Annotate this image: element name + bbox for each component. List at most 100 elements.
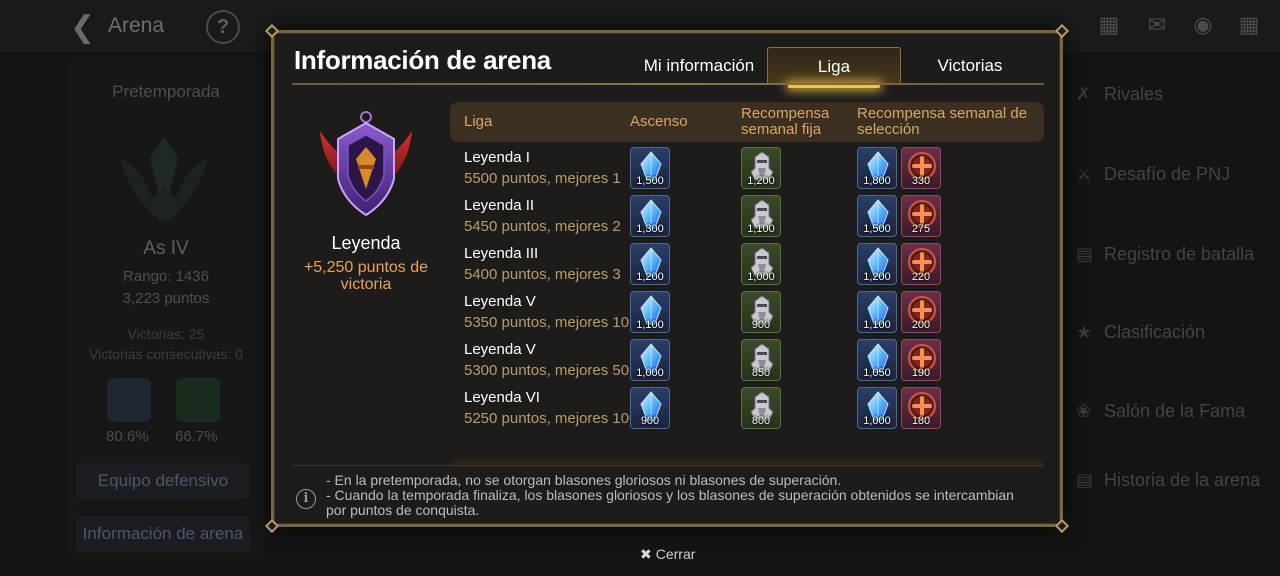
selection-reward-crystal[interactable]: 1,050 xyxy=(857,339,897,381)
defense-percent: 66.7% xyxy=(175,428,218,445)
promotion-reward[interactable]: 900 xyxy=(630,387,670,429)
header-title: Arena xyxy=(108,14,165,37)
fixed-weekly-reward[interactable]: 900 xyxy=(741,291,781,333)
trophy-icon: ★ xyxy=(1076,322,1093,342)
book-icon: ▤ xyxy=(1076,470,1094,490)
league-row: Leyenda V 5300 puntos, mejores 50 1,000 850… xyxy=(450,337,1050,385)
fixed-weekly-reward[interactable]: 1,200 xyxy=(741,147,781,189)
reward-count: 1,000 xyxy=(863,415,891,427)
defense-icon xyxy=(176,378,220,422)
menu-item-ranking[interactable]: ★ Clasificación xyxy=(1076,322,1276,343)
league-row-requirement: 5500 puntos, mejores 1 xyxy=(464,170,621,187)
promotion-reward[interactable]: 1,200 xyxy=(630,243,670,285)
selection-reward-token[interactable]: 275 xyxy=(901,195,941,237)
reward-count: 900 xyxy=(751,319,771,331)
reward-count: 1,200 xyxy=(747,175,775,187)
reward-count: 180 xyxy=(911,415,931,427)
streak-count: Victorias consecutivas: 0 xyxy=(89,346,243,362)
tab-victories[interactable]: Victorias xyxy=(903,47,1037,85)
reward-count: 190 xyxy=(911,367,931,379)
reward-count: 1,500 xyxy=(863,223,891,235)
question-icon[interactable]: ? xyxy=(206,10,240,44)
selection-reward-token[interactable]: 180 xyxy=(901,387,941,429)
league-row: Leyenda II 5450 puntos, mejores 2 1,300 1,1… xyxy=(450,193,1050,241)
reward-count: 1,100 xyxy=(863,319,891,331)
reward-count: 330 xyxy=(911,175,931,187)
reward-count: 220 xyxy=(911,271,931,283)
league-row-name: Leyenda VI xyxy=(464,389,540,406)
tab-league[interactable]: Liga xyxy=(767,47,901,88)
selection-reward-token[interactable]: 220 xyxy=(901,243,941,285)
selection-reward-crystal[interactable]: 1,500 xyxy=(857,195,897,237)
attack-percent: 80.6% xyxy=(106,428,149,445)
selection-reward-token[interactable]: 190 xyxy=(901,339,941,381)
league-row-requirement: 5400 puntos, mejores 3 xyxy=(464,266,621,283)
league-row-name: Leyenda II xyxy=(464,197,535,214)
selection-reward-crystal[interactable]: 1,200 xyxy=(857,243,897,285)
menu-grid-icon[interactable]: ▦ xyxy=(1234,12,1264,38)
reward-count: 800 xyxy=(751,415,771,427)
reward-count: 1,050 xyxy=(863,367,891,379)
league-row-requirement: 5250 puntos, mejores 100 xyxy=(464,410,638,427)
defense-team-button[interactable]: Equipo defensivo xyxy=(76,463,250,499)
reward-count: 275 xyxy=(911,223,931,235)
clipboard-icon: ▤ xyxy=(1076,244,1094,264)
arena-info-dialog: Información de arena Mi información Liga… xyxy=(264,23,1070,534)
tab-my-info[interactable]: Mi información xyxy=(632,47,766,85)
league-row-requirement: 5300 puntos, mejores 50 xyxy=(464,362,630,379)
dialog-title: Información de arena xyxy=(294,45,551,75)
league-row: Leyenda I 5500 puntos, mejores 1 1,500 1,20… xyxy=(450,145,1050,193)
league-row: Leyenda III 5400 puntos, mejores 3 1,200 1,… xyxy=(450,241,1050,289)
header-fixed-weekly: Recompensa semanal fija xyxy=(741,105,830,138)
league-row-name: Leyenda V xyxy=(464,293,536,310)
league-row-name: Leyenda I xyxy=(464,149,530,166)
promotion-reward[interactable]: 1,100 xyxy=(630,291,670,333)
season-label: Pretemporada xyxy=(112,82,220,101)
reward-count: 1,300 xyxy=(636,223,664,235)
guild-icon[interactable]: ▦ xyxy=(1094,12,1124,38)
chat-icon[interactable]: ◉ xyxy=(1188,12,1218,38)
rank-name: As IV xyxy=(143,238,189,259)
header-league: Liga xyxy=(464,113,493,130)
league-table-header: Liga Ascenso Recompensa semanal fija Rec… xyxy=(450,102,1044,142)
menu-item-battle-log[interactable]: ▤ Registro de batalla xyxy=(1076,244,1276,265)
header-divider xyxy=(292,83,1044,85)
legend-emblem-icon xyxy=(320,111,412,217)
selection-reward-token[interactable]: 200 xyxy=(901,291,941,333)
selection-reward-token[interactable]: 330 xyxy=(901,147,941,189)
rank-emblem-icon xyxy=(120,136,208,224)
selection-reward-crystal[interactable]: 1,100 xyxy=(857,291,897,333)
menu-item-hall-of-fame[interactable]: ❀ Salón de la Fama xyxy=(1076,401,1276,422)
fixed-weekly-reward[interactable]: 1,000 xyxy=(741,243,781,285)
notes: - En la pretemporada, no se otorgan blas… xyxy=(326,473,1038,518)
menu-item-npc[interactable]: ⚔ Desafío de PNJ xyxy=(1076,164,1276,185)
close-button[interactable]: ✖ Cerrar xyxy=(640,546,695,563)
points-value: 3,223 puntos xyxy=(122,290,210,307)
npc-challenge-icon: ⚔ xyxy=(1076,164,1093,184)
back-arrow-icon[interactable]: ❮ xyxy=(70,10,95,45)
attack-icon xyxy=(107,378,151,422)
fixed-weekly-reward[interactable]: 850 xyxy=(741,339,781,381)
reward-count: 1,100 xyxy=(747,223,775,235)
selection-reward-crystal[interactable]: 1,000 xyxy=(857,387,897,429)
mail-icon[interactable]: ✉ xyxy=(1142,12,1172,38)
fixed-weekly-reward[interactable]: 1,100 xyxy=(741,195,781,237)
league-row: Leyenda VI 5250 puntos, mejores 100 900 800… xyxy=(450,385,1050,433)
promotion-reward[interactable]: 1,300 xyxy=(630,195,670,237)
league-row-name: Leyenda V xyxy=(464,341,536,358)
header-selection-weekly: Recompensa semanal de selección xyxy=(857,105,1028,138)
note-line: - Cuando la temporada finaliza, los blas… xyxy=(326,487,1014,518)
menu-item-rivals[interactable]: ✗ Rivales xyxy=(1076,84,1276,105)
league-row-name: Leyenda III xyxy=(464,245,539,262)
promotion-reward[interactable]: 1,500 xyxy=(630,147,670,189)
footer-divider xyxy=(292,465,1044,466)
menu-item-arena-history[interactable]: ▤ Historia de la arena xyxy=(1076,470,1276,490)
arena-info-button[interactable]: Información de arena xyxy=(76,516,250,552)
info-icon: i xyxy=(296,489,316,509)
promotion-reward[interactable]: 1,000 xyxy=(630,339,670,381)
note-line: - En la pretemporada, no se otorgan blas… xyxy=(326,472,842,488)
selection-reward-crystal[interactable]: 1,800 xyxy=(857,147,897,189)
reward-count: 1,000 xyxy=(747,271,775,283)
fixed-weekly-reward[interactable]: 800 xyxy=(741,387,781,429)
league-row-requirement: 5450 puntos, mejores 2 xyxy=(464,218,621,235)
